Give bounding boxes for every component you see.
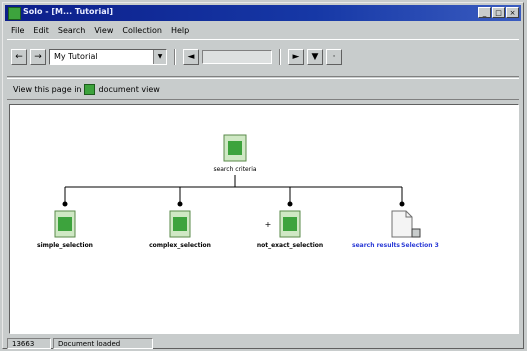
status-count: 13663	[7, 338, 51, 349]
nav-prev-button[interactable]: ◄	[183, 49, 199, 65]
app-window: Solo - [M... Tutorial] _ □ × File Edit S…	[2, 2, 524, 349]
app-icon	[8, 7, 21, 20]
node-dot	[62, 201, 68, 207]
collection-combo[interactable]: My Tutorial ▼	[49, 49, 167, 65]
document-icon-body	[283, 217, 297, 231]
toolbar-separator	[279, 49, 281, 65]
status-bar: 13663 Document loaded	[7, 338, 519, 350]
window-controls: _ □ ×	[478, 7, 519, 18]
node-extra-label: Selection 3	[401, 242, 439, 249]
menu-search[interactable]: Search	[58, 26, 85, 35]
overlay-icon	[411, 228, 421, 238]
tree-canvas: search criteria simple_selection complex…	[9, 104, 519, 334]
menu-file[interactable]: File	[11, 26, 24, 35]
document-icon-body	[173, 217, 187, 231]
node-label: simple_selection	[37, 242, 93, 249]
document-icon-body	[58, 217, 72, 231]
node-label: not_exact_selection	[257, 242, 323, 249]
menu-bar: File Edit Search View Collection Help	[7, 23, 519, 37]
forward-arrow-icon[interactable]: →	[30, 49, 46, 65]
node-dot	[287, 201, 293, 207]
blank-document-icon	[391, 210, 413, 238]
view-bar: View this page in document view	[7, 78, 519, 100]
toolbar: ← → My Tutorial ▼ ◄ ► ▼ ·	[7, 39, 519, 77]
node-label: complex_selection	[149, 242, 211, 249]
back-arrow-icon[interactable]: ←	[11, 49, 27, 65]
menu-edit[interactable]: Edit	[33, 26, 49, 35]
collection-combo-value: My Tutorial	[54, 52, 98, 61]
close-button[interactable]: ×	[506, 7, 519, 18]
expand-marker[interactable]: +	[265, 220, 272, 229]
option-button[interactable]: ·	[326, 49, 342, 65]
tree-diagram: search criteria simple_selection complex…	[37, 134, 439, 249]
maximize-button[interactable]: □	[492, 7, 505, 18]
view-label: View this page in	[13, 84, 82, 94]
node-dot	[177, 201, 183, 207]
node-dot	[399, 201, 405, 207]
toolbar-separator	[174, 49, 176, 65]
menu-view[interactable]: View	[94, 26, 113, 35]
document-icon	[84, 83, 96, 95]
title-bar[interactable]: Solo - [M... Tutorial] _ □ ×	[5, 5, 521, 21]
root-node[interactable]: search criteria	[213, 134, 257, 173]
tree-node[interactable]: + not_exact_selection	[257, 210, 323, 249]
view-mode-link[interactable]: document view	[98, 85, 159, 94]
tree-node[interactable]: simple_selection	[37, 210, 93, 249]
node-label: search results	[352, 242, 400, 249]
menu-collection[interactable]: Collection	[122, 26, 162, 35]
tree-node[interactable]: complex_selection	[149, 210, 211, 249]
window-title: Solo - [M... Tutorial]	[23, 7, 113, 16]
document-icon-body	[228, 141, 242, 155]
tree-node[interactable]: search results Selection 3	[352, 210, 439, 249]
nav-down-button[interactable]: ▼	[307, 49, 323, 65]
root-label: search criteria	[213, 166, 256, 173]
minimize-button[interactable]: _	[478, 7, 491, 18]
nav-next-button[interactable]: ►	[288, 49, 304, 65]
status-message: Document loaded	[53, 338, 153, 349]
menu-help[interactable]: Help	[171, 26, 189, 35]
chevron-down-icon[interactable]: ▼	[153, 50, 166, 64]
search-field[interactable]	[202, 50, 272, 64]
